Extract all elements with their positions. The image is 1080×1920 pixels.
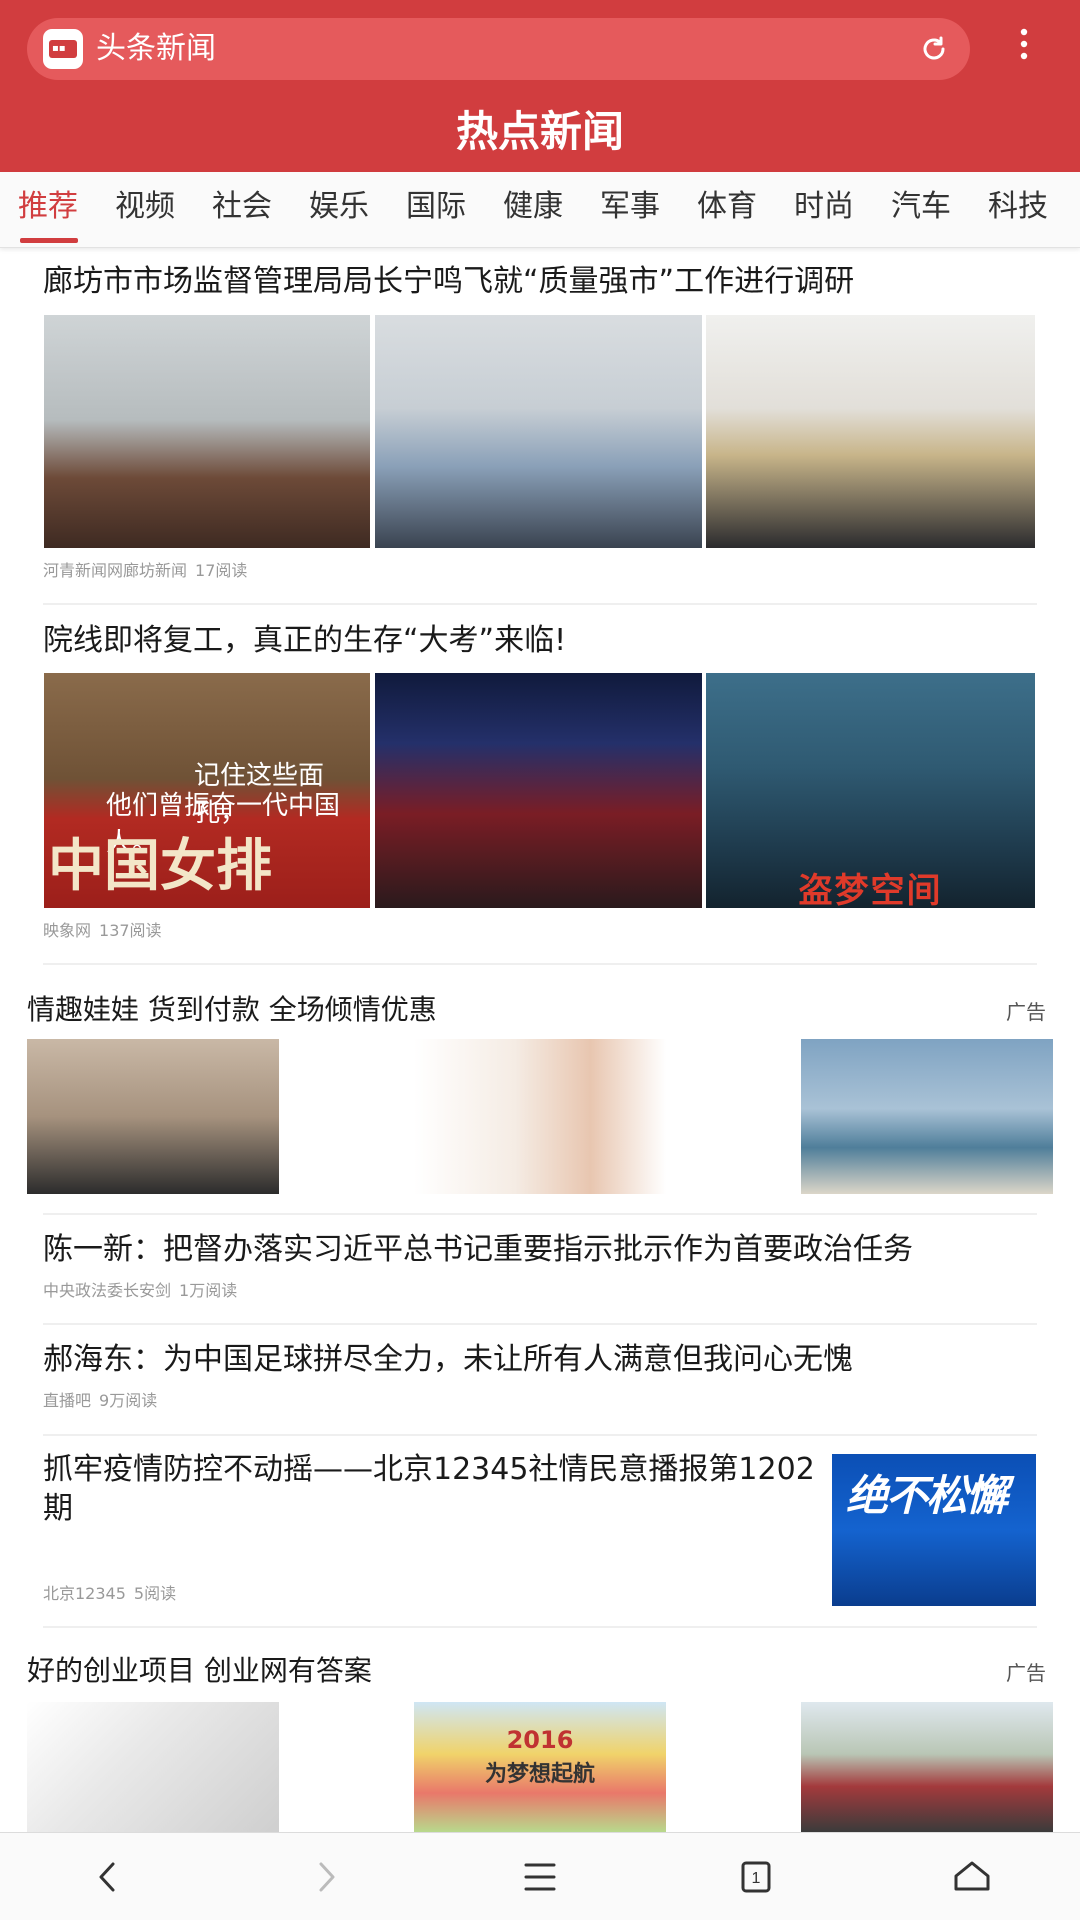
divider [43, 1323, 1037, 1325]
article-title[interactable]: 抓牢疫情防控不动摇——北京12345社情民意播报第1202 [43, 1450, 815, 1490]
app-header: ▪▪ 头条新闻 热点新闻 [0, 0, 1080, 172]
tab-count: 1 [752, 1870, 761, 1887]
active-tab-indicator [20, 238, 78, 243]
tab-auto[interactable]: 汽车 [891, 186, 951, 228]
ad-image[interactable] [27, 1039, 279, 1194]
article-meta: 映象网 137阅读 [43, 920, 170, 942]
home-icon [954, 1861, 990, 1891]
ad-image[interactable] [27, 1702, 279, 1832]
home-button[interactable] [946, 1851, 998, 1903]
bottom-navigation-bar: 1 [0, 1832, 1080, 1920]
article-image[interactable] [706, 315, 1035, 548]
ad-tag: 广告 [1006, 1661, 1046, 1685]
ad-image[interactable] [801, 1702, 1053, 1832]
tab-entertainment[interactable]: 娱乐 [309, 186, 369, 228]
refresh-icon[interactable] [920, 35, 948, 63]
article-source: 映象网 [43, 921, 92, 940]
image-caption: 中国女排 [48, 833, 272, 899]
tab-recommend[interactable]: 推荐 [18, 186, 78, 228]
article-reads: 9万阅读 [99, 1391, 158, 1410]
article-title-continued[interactable]: 期 [43, 1489, 73, 1529]
article-image[interactable] [44, 315, 370, 548]
ad-tag: 广告 [1006, 1000, 1046, 1024]
back-icon [99, 1862, 115, 1892]
article-source: 北京12345 [43, 1584, 126, 1603]
more-vert-icon[interactable] [1014, 26, 1034, 66]
search-bar[interactable]: ▪▪ 头条新闻 [27, 18, 970, 80]
tab-video[interactable]: 视频 [115, 186, 175, 228]
ad-title[interactable]: 情趣娃娃 货到付款 全场倾情优惠 [27, 991, 437, 1029]
article-meta: 北京12345 5阅读 [43, 1583, 184, 1605]
tabs-button[interactable]: 1 [730, 1851, 782, 1903]
forward-icon [319, 1862, 335, 1892]
article-title[interactable]: 陈一新：把督办落实习近平总书记重要指示批示作为首要政治任务 [43, 1230, 913, 1270]
ad-image[interactable]: 2016 为梦想起航 [414, 1702, 666, 1832]
tab-tech[interactable]: 科技 [988, 186, 1048, 228]
article-reads: 17阅读 [195, 561, 248, 580]
image-caption: 为梦想起航 [484, 1762, 595, 1787]
ad-image[interactable] [414, 1039, 666, 1194]
article-reads: 1万阅读 [179, 1281, 238, 1300]
ad-image[interactable] [801, 1039, 1053, 1194]
article-reads: 137阅读 [99, 921, 162, 940]
category-tab-bar: 推荐 视频 社会 娱乐 国际 健康 军事 体育 时尚 汽车 科技 [0, 172, 1080, 248]
image-caption: 绝不松懈 [846, 1471, 1008, 1520]
article-source: 河青新闻网廊坊新闻 [43, 561, 188, 580]
menu-button[interactable] [514, 1851, 566, 1903]
divider [43, 1213, 1037, 1215]
divider [43, 963, 1037, 965]
article-source: 直播吧 [43, 1391, 92, 1410]
article-meta: 中央政法委长安剑 1万阅读 [43, 1280, 245, 1302]
article-source: 中央政法委长安剑 [43, 1281, 172, 1300]
article-title[interactable]: 郝海东：为中国足球拼尽全力，未让所有人满意但我问心无愧 [43, 1340, 853, 1380]
back-button[interactable] [82, 1851, 134, 1903]
article-title[interactable]: 廊坊市市场监督管理局局长宁鸣飞就“质量强市”工作进行调研 [43, 262, 854, 302]
image-caption: 2016 [506, 1726, 574, 1754]
tab-military[interactable]: 军事 [600, 186, 660, 228]
article-image[interactable] [375, 315, 702, 548]
article-image[interactable]: 绝不松懈 [832, 1454, 1036, 1606]
tab-sports[interactable]: 体育 [697, 186, 757, 228]
article-reads: 5阅读 [133, 1584, 177, 1603]
tabs-icon: 1 [741, 1861, 771, 1893]
image-caption: 盗梦空间 [798, 871, 943, 908]
article-meta: 河青新闻网廊坊新闻 17阅读 [43, 560, 255, 582]
tab-fashion[interactable]: 时尚 [794, 186, 854, 228]
page-title: 热点新闻 [455, 107, 624, 156]
app-name: 头条新闻 [96, 31, 216, 66]
app-logo-icon: ▪▪ [43, 29, 83, 69]
article-meta: 直播吧 9万阅读 [43, 1390, 165, 1412]
divider [43, 603, 1037, 605]
menu-icon [524, 1863, 556, 1891]
tab-society[interactable]: 社会 [212, 186, 272, 228]
article-image[interactable]: 盗梦空间 [706, 673, 1035, 908]
article-title[interactable]: 院线即将复工，真正的生存“大考”来临! [43, 621, 566, 661]
tab-health[interactable]: 健康 [503, 186, 563, 228]
divider [43, 1626, 1037, 1628]
article-image[interactable]: 记住这些面孔， 他们曾振奋一代中国人。 中国女排 [44, 673, 370, 908]
article-image[interactable] [375, 673, 702, 908]
divider [43, 1434, 1037, 1436]
tab-international[interactable]: 国际 [406, 186, 466, 228]
ad-title[interactable]: 好的创业项目 创业网有答案 [27, 1652, 372, 1690]
forward-button[interactable] [300, 1851, 352, 1903]
